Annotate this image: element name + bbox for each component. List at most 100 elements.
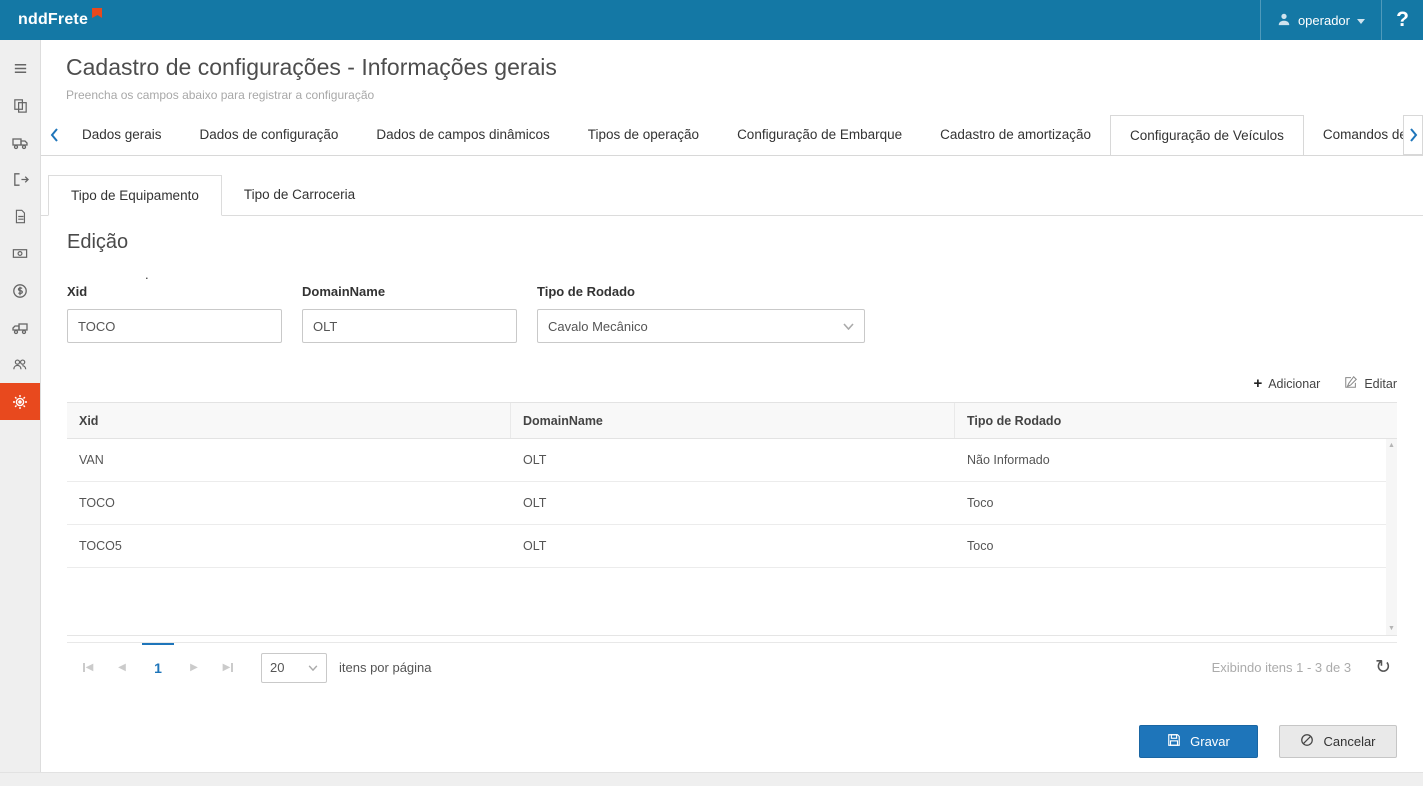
banknote-icon[interactable] [0,235,40,272]
page-subtitle: Preencha os campos abaixo para registrar… [66,88,1423,102]
settings-gears-icon[interactable] [0,383,40,420]
users-icon[interactable] [0,346,40,383]
tab-configuracao-de-embarque[interactable]: Configuração de Embarque [718,115,921,155]
help-label: ? [1396,8,1409,32]
dollar-refund-icon[interactable] [0,272,40,309]
chevron-down-icon [308,665,318,671]
delivery-truck-icon[interactable] [0,309,40,346]
pager-status: Exibindo itens 1 - 3 de 3 [1212,660,1351,675]
tab-dados-gerais[interactable]: Dados gerais [63,115,181,155]
save-button[interactable]: Gravar [1139,725,1258,758]
tab-scroll-left-icon[interactable] [45,115,63,155]
tab-tipos-de-operacao[interactable]: Tipos de operação [569,115,718,155]
cell-domainname: OLT [511,496,955,510]
edit-button[interactable]: Editar [1344,375,1397,392]
section-title: Edição [67,231,1397,254]
user-label: operador [1298,13,1350,28]
scroll-down-icon[interactable]: ▼ [1388,625,1395,632]
first-page-button[interactable]: ◀ [71,662,105,673]
add-label: Adicionar [1268,377,1320,391]
main-content: Cadastro de configurações - Informações … [41,40,1423,786]
cell-tipo-rodado: Toco [955,496,1397,510]
tab-configuracao-de-veiculos[interactable]: Configuração de Veículos [1110,115,1304,156]
plus-icon: + [1253,376,1262,391]
domainname-field-group: DomainName [302,270,517,343]
document-icon[interactable] [0,198,40,235]
required-marker: . [67,270,282,282]
prev-page-button[interactable]: ◀ [105,662,139,673]
truck-icon[interactable] [0,124,40,161]
xid-input[interactable] [67,309,282,343]
user-menu[interactable]: operador [1260,0,1381,40]
help-button[interactable]: ? [1381,0,1423,40]
header-tipo-rodado[interactable]: Tipo de Rodado [955,403,1397,438]
menu-icon[interactable] [0,50,40,87]
cancel-label: Cancelar [1323,734,1375,749]
table-row[interactable]: TOCO5 OLT Toco [67,525,1397,568]
page-size-value: 20 [270,660,284,675]
last-page-button[interactable]: ▶ [211,662,245,673]
tipo-rodado-value: Cavalo Mecânico [548,319,648,334]
scroll-up-icon[interactable]: ▲ [1388,442,1395,449]
main-tabstrip: Dados gerais Dados de configuração Dados… [41,115,1423,156]
cell-tipo-rodado: Toco [955,539,1397,553]
subtab-tipo-de-carroceria[interactable]: Tipo de Carroceria [222,175,377,215]
tipo-rodado-field-group: Tipo de Rodado Cavalo Mecânico [537,270,865,343]
domainname-label: DomainName [302,284,517,299]
app-logo-text: nddFrete [18,11,88,28]
edit-pencil-icon [1344,375,1358,392]
pager: ◀ ◀ 1 ▶ ▶ 20 itens por página Exibindo i… [67,642,1397,692]
cell-xid: TOCO [67,496,511,510]
domainname-input[interactable] [302,309,517,343]
footer-actions: Gravar Cancelar [67,725,1397,758]
tipo-rodado-dropdown[interactable]: Cavalo Mecânico [537,309,865,343]
topbar-right: operador ? [1260,0,1423,40]
table-row[interactable]: VAN OLT Não Informado [67,439,1397,482]
sub-tabstrip: Tipo de Equipamento Tipo de Carroceria [41,175,1423,216]
xid-field-group: . Xid [67,270,282,343]
add-button[interactable]: + Adicionar [1253,376,1320,391]
page-size-label: itens por página [339,660,432,675]
logo-flag-icon [92,8,102,18]
tab-cadastro-de-amortizacao[interactable]: Cadastro de amortização [921,115,1110,155]
tab-scroll-right-icon[interactable] [1403,115,1423,155]
refresh-icon[interactable]: ↻ [1375,658,1391,677]
cancel-circle-icon [1300,733,1314,750]
chevron-down-icon [1357,19,1365,24]
cell-tipo-rodado: Não Informado [955,453,1397,467]
page-title: Cadastro de configurações - Informações … [66,54,1423,81]
chevron-down-icon [843,323,854,330]
edit-panel: Edição . Xid DomainName Tipo de Rodado C… [41,231,1423,758]
cell-domainname: OLT [511,453,955,467]
header-domainname[interactable]: DomainName [511,403,955,438]
topbar: nddFrete operador ? [0,0,1423,40]
header-xid[interactable]: Xid [67,403,511,438]
logout-icon[interactable] [0,161,40,198]
edit-form: . Xid DomainName Tipo de Rodado Cavalo M… [67,270,1397,343]
save-disk-icon [1167,733,1181,750]
grid-body: VAN OLT Não Informado TOCO OLT Toco TOCO… [67,439,1397,636]
page-number-current[interactable]: 1 [139,660,177,676]
cell-xid: TOCO5 [67,539,511,553]
tipo-rodado-label: Tipo de Rodado [537,284,865,299]
cell-domainname: OLT [511,539,955,553]
user-icon [1277,12,1291,29]
cell-xid: VAN [67,453,511,467]
sidebar [0,40,41,786]
equipment-grid: Xid DomainName Tipo de Rodado VAN OLT Nã… [67,402,1397,636]
tab-dados-de-campos-dinamicos[interactable]: Dados de campos dinâmicos [357,115,568,155]
page-size-dropdown[interactable]: 20 [261,653,327,683]
copy-icon[interactable] [0,87,40,124]
bottom-strip [0,772,1423,786]
next-page-button[interactable]: ▶ [177,662,211,673]
edit-label: Editar [1364,377,1397,391]
tab-dados-de-configuracao[interactable]: Dados de configuração [181,115,358,155]
app-logo: nddFrete [18,11,102,29]
cancel-button[interactable]: Cancelar [1279,725,1397,758]
pager-right: Exibindo itens 1 - 3 de 3 ↻ [1212,658,1397,677]
xid-label: Xid [67,284,282,299]
grid-scrollbar[interactable]: ▲ ▼ [1386,439,1397,635]
page-header: Cadastro de configurações - Informações … [41,40,1423,102]
table-row[interactable]: TOCO OLT Toco [67,482,1397,525]
subtab-tipo-de-equipamento[interactable]: Tipo de Equipamento [48,175,222,216]
